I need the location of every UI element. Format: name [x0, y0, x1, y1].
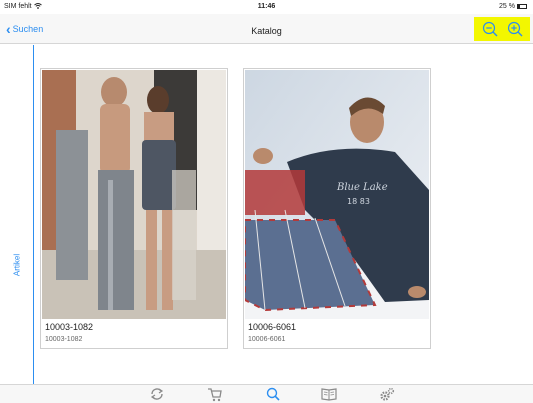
- battery-percent: 25 %: [499, 3, 515, 10]
- page-title: Katalog: [251, 26, 282, 36]
- product-image: Blue Lake 18 83: [245, 70, 429, 319]
- svg-text:18 83: 18 83: [347, 197, 370, 206]
- catalog-book-icon[interactable]: [320, 386, 338, 402]
- side-rail-label[interactable]: Artikel: [13, 254, 22, 276]
- settings-gears-icon[interactable]: [378, 386, 396, 402]
- battery-status: 25 %: [499, 3, 527, 10]
- zoom-controls: [474, 17, 530, 41]
- sync-icon[interactable]: [148, 386, 166, 402]
- product-photo-couple: [42, 70, 226, 319]
- product-title: 10006-6061: [248, 322, 297, 332]
- search-icon[interactable]: [264, 386, 282, 402]
- product-photo-man: Blue Lake 18 83: [245, 70, 429, 319]
- tab-bar: [0, 384, 533, 403]
- zoom-in-icon[interactable]: [507, 21, 523, 37]
- product-card[interactable]: Blue Lake 18 83 10006-6061 10006-6061: [243, 68, 431, 349]
- cart-icon[interactable]: [206, 386, 224, 402]
- svg-text:Blue Lake: Blue Lake: [336, 182, 388, 193]
- status-bar: SIM fehlt 11:46 25 %: [0, 0, 533, 14]
- product-card[interactable]: 10003-1082 10003-1082: [40, 68, 228, 349]
- side-rail: Artikel: [0, 45, 34, 385]
- zoom-out-icon[interactable]: [482, 21, 498, 37]
- product-subtitle: 10003-1082: [45, 336, 83, 343]
- product-title: 10003-1082: [45, 322, 94, 332]
- navigation-bar: ‹ Suchen Katalog: [0, 14, 533, 44]
- clock: 11:46: [257, 3, 276, 10]
- product-image: [42, 70, 226, 319]
- battery-icon: [517, 4, 527, 9]
- product-subtitle: 10006-6061: [248, 336, 286, 343]
